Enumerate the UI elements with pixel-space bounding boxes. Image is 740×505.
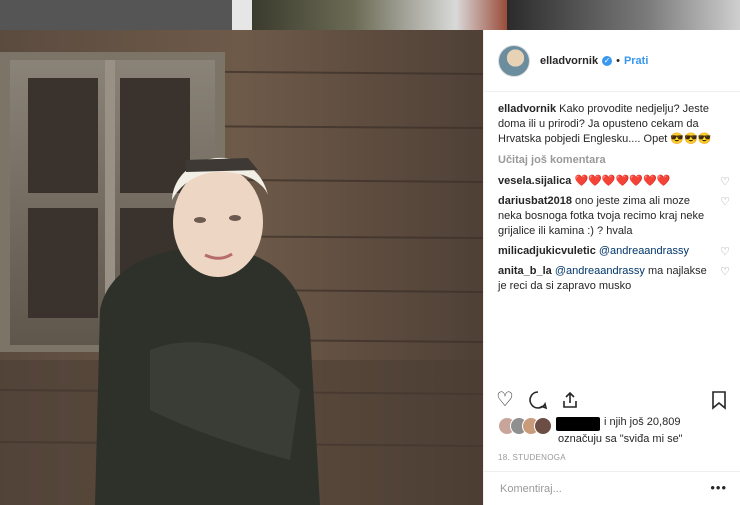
- liker-avatar: [534, 417, 552, 435]
- likes-count[interactable]: i njih još 20,809: [604, 416, 680, 428]
- caption-user[interactable]: elladvornik: [498, 103, 556, 115]
- separator: •: [616, 54, 620, 67]
- background-image-3: [252, 0, 507, 30]
- comment-mention[interactable]: @andreaandrassy: [599, 245, 689, 257]
- comment: vesela.sijalica ❤️❤️❤️❤️❤️❤️❤️ ♡: [498, 174, 730, 189]
- comment: anita_b_la @andreaandrassy ma najlakse j…: [498, 264, 730, 294]
- add-comment-bar: •••: [484, 471, 740, 505]
- avatar[interactable]: [498, 44, 530, 77]
- background-image-2: [232, 0, 252, 30]
- redacted-name: [556, 417, 600, 431]
- background-image-1: [0, 0, 232, 30]
- post-header: elladvornik ✓ • Prati: [484, 30, 740, 92]
- comment-user[interactable]: milicadjukicvuletic: [498, 245, 596, 257]
- like-comment-heart-icon[interactable]: ♡: [720, 245, 730, 260]
- liker-avatars[interactable]: [498, 417, 558, 435]
- likes-label: označuju sa "sviđa mi se": [558, 433, 683, 445]
- heart-icon[interactable]: ♡: [496, 385, 514, 415]
- caption: elladvornik Kako provodite nedjelju? Jes…: [498, 102, 730, 147]
- comment-user[interactable]: vesela.sijalica: [498, 175, 571, 187]
- comment-text: ❤️❤️❤️❤️❤️❤️❤️: [574, 175, 671, 187]
- feed-background-strip: [0, 0, 740, 30]
- load-more-comments[interactable]: Učitaj još komentara: [498, 153, 730, 168]
- comment: milicadjukicvuletic @andreaandrassy ♡: [498, 244, 730, 259]
- comment-user[interactable]: anita_b_la: [498, 265, 552, 277]
- post-modal: elladvornik ✓ • Prati elladvornik Kako p…: [0, 30, 740, 505]
- comment-user[interactable]: dariusbat2018: [498, 195, 572, 207]
- more-options-icon[interactable]: •••: [710, 480, 727, 495]
- comment-mention[interactable]: @andreaandrassy: [555, 265, 645, 277]
- post-actions: ♡: [484, 385, 740, 415]
- background-image-4: [507, 0, 740, 30]
- likes-summary: i njih još 20,809 označuju sa "sviđa mi …: [498, 414, 730, 450]
- follow-button[interactable]: Prati: [624, 55, 648, 67]
- post-date: 18. STUDENOGA: [498, 453, 566, 462]
- username[interactable]: elladvornik: [540, 55, 598, 67]
- comment: dariusbat2018 ono jeste zima ali moze ne…: [498, 194, 730, 239]
- post-sidebar: elladvornik ✓ • Prati elladvornik Kako p…: [483, 30, 740, 505]
- post-photo[interactable]: [0, 30, 483, 505]
- comment-input[interactable]: [498, 480, 702, 498]
- like-comment-heart-icon[interactable]: ♡: [720, 175, 730, 190]
- like-comment-heart-icon[interactable]: ♡: [720, 265, 730, 280]
- verified-badge-icon: ✓: [602, 55, 613, 66]
- post-photo-illustration: [0, 30, 483, 505]
- like-comment-heart-icon[interactable]: ♡: [720, 195, 730, 210]
- comments-list: elladvornik Kako provodite nedjelju? Jes…: [498, 102, 730, 299]
